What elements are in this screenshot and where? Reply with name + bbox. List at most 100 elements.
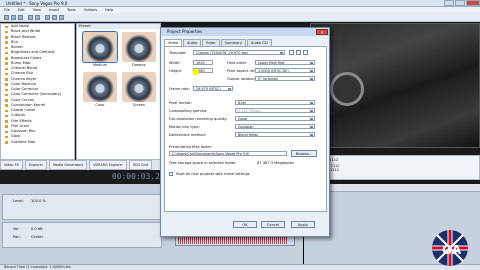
preset-panel: Preset: Medium Dreamy Color Screen	[76, 23, 161, 160]
template-label: Template:	[169, 51, 187, 55]
compositing-gamma-label: Compositing gamma:	[169, 109, 208, 113]
prerendered-folder-field[interactable]: C:\Users\Carl\Documents\Sony Vegas Pro 9…	[169, 151, 287, 156]
width-label: Width:	[169, 61, 181, 65]
audio-waveform	[178, 236, 288, 244]
project-properties-dialog: Project Properties × Video Audio Ruler S…	[160, 27, 330, 237]
redo-icon[interactable]	[35, 15, 40, 20]
project-info: Project: 1112	[315, 158, 339, 162]
free-space-value: 87,367.3 Megabytes	[257, 161, 294, 165]
vol-value[interactable]: 0.0 dB	[31, 227, 43, 231]
undo-icon[interactable]	[28, 15, 33, 20]
preset-thumbnail[interactable]	[122, 32, 156, 62]
window-docking-tabs: Video FX Explorer Media Generators VDR4R…	[0, 160, 160, 170]
start-new-projects-checkbox[interactable]	[169, 172, 173, 176]
status-bar: Record Time (2 channels): 1.0/000h:ms	[0, 264, 480, 270]
tab-audio[interactable]: Audio	[183, 39, 202, 46]
tab-vd4-grid[interactable]: VD4 Grid	[128, 160, 153, 170]
pan-value[interactable]: Center	[31, 235, 43, 239]
minimize-button[interactable]	[444, 0, 454, 6]
cut-icon[interactable]	[45, 15, 50, 20]
dialog-close-button[interactable]: ×	[316, 29, 328, 35]
pixel-format-label: Pixel format:	[169, 101, 192, 105]
window-titlebar: Untitled * - Sony Vegas Pro 9.0	[0, 0, 480, 7]
apply-button[interactable]: Apply	[291, 221, 315, 228]
menu-file[interactable]: File	[4, 8, 10, 12]
preset-header: Preset:	[77, 24, 160, 29]
svg-text:GA: GA	[442, 243, 462, 257]
preset-label: Medium	[93, 63, 107, 67]
frame-rate-select[interactable]: 29.970 (NTSC)	[193, 86, 233, 91]
channel-logo: GA	[432, 230, 468, 266]
preset-thumbnail[interactable]	[122, 72, 156, 102]
preset-thumbnail[interactable]	[82, 31, 118, 63]
compositing-gamma-select[interactable]: 2.222 (Video)	[235, 108, 315, 113]
menu-help[interactable]: Help	[105, 8, 113, 12]
pixel-aspect-select[interactable]: 1.0000 (NTSC DV)	[255, 68, 315, 73]
render-quality-label: Full-resolution rendering quality:	[169, 117, 228, 121]
start-new-projects-label: Start all new projects with these settin…	[176, 172, 250, 176]
output-rotation-label: Output rotation:	[227, 77, 256, 81]
audio-track-header[interactable]: Vol: 0.0 dB Pan: Center	[2, 222, 162, 248]
frame-rate-label: Frame rate:	[169, 87, 190, 91]
match-media-icon[interactable]	[303, 50, 308, 55]
menu-options[interactable]: Options	[84, 8, 98, 12]
tab-audio-cd[interactable]: Audio CD	[246, 39, 272, 46]
save-template-icon[interactable]	[289, 50, 294, 55]
dialog-titlebar: Project Properties ×	[161, 28, 329, 36]
ok-button[interactable]: OK	[233, 221, 257, 228]
width-field[interactable]: 1920	[193, 60, 213, 65]
display-info: Display: 1112	[315, 168, 339, 172]
paste-icon[interactable]	[59, 15, 64, 20]
window-title: Untitled * - Sony Vegas Pro 9.0	[6, 0, 68, 6]
prerendered-label: Prerendered files folder:	[169, 145, 213, 149]
tab-video[interactable]: Video	[164, 39, 183, 46]
field-order-label: Field order:	[227, 61, 248, 65]
tab-summary[interactable]: Summary	[220, 39, 246, 46]
vol-label: Vol:	[13, 227, 20, 231]
open-icon[interactable]	[11, 15, 16, 20]
video-fx-list: Add Noise Black and White Black Restore …	[0, 23, 75, 160]
browse-button[interactable]: Browse...	[291, 150, 317, 157]
list-item[interactable]: Gradient Map	[1, 140, 74, 145]
tab-vdr4rg-explorer[interactable]: VDR4RG Explorer	[89, 160, 127, 170]
render-quality-select[interactable]: Good	[235, 116, 315, 121]
preset-label: Screen	[132, 103, 146, 107]
field-order-select[interactable]: Lower field first	[255, 60, 315, 65]
pan-label: Pan:	[13, 235, 21, 239]
menu-insert[interactable]: Insert	[49, 8, 59, 12]
preset-label: Dreamy	[132, 63, 146, 67]
motion-blur-select[interactable]: Gaussian	[235, 124, 315, 129]
tab-ruler[interactable]: Ruler	[202, 39, 220, 46]
dialog-tabs: Video Audio Ruler Summary Audio CD	[161, 36, 329, 46]
dialog-title: Project Properties	[167, 29, 203, 34]
tab-explorer[interactable]: Explorer	[24, 160, 47, 170]
level-value[interactable]: 100.0 %	[31, 199, 46, 203]
deinterlace-label: Deinterlace method:	[169, 133, 206, 137]
pixel-format-select[interactable]: 8-bit	[235, 100, 315, 105]
cancel-button[interactable]: Cancel	[261, 221, 285, 228]
tab-video-fx[interactable]: Video FX	[0, 160, 23, 170]
preset-thumbnail[interactable]	[83, 72, 117, 102]
gear-ring-image	[330, 72, 364, 106]
free-space-label: Free storage space in selected folder:	[169, 161, 237, 165]
close-window-button[interactable]	[466, 0, 480, 6]
maximize-button[interactable]	[455, 0, 465, 6]
new-icon[interactable]	[4, 15, 9, 20]
mouse-highlight-icon	[193, 69, 199, 75]
preset-label: Color	[95, 103, 105, 107]
tab-media-generators[interactable]: Media Generators	[48, 160, 88, 170]
timecode-display: 00:00:03.2	[111, 172, 160, 181]
video-track-header[interactable]: Level: 100.0 %	[2, 194, 162, 220]
delete-template-icon[interactable]	[296, 50, 301, 55]
height-label: Height:	[169, 69, 183, 73]
menu-edit[interactable]: Edit	[18, 8, 25, 12]
save-icon[interactable]	[18, 15, 23, 20]
menu-view[interactable]: View	[33, 8, 41, 12]
deinterlace-select[interactable]: Blend fields	[235, 132, 315, 137]
video-preview-info: Project: 1112 Preview: 1112 Display: 111…	[310, 155, 480, 180]
menu-tools[interactable]: Tools	[67, 8, 76, 12]
output-rotation-select[interactable]: 0° (original)	[255, 76, 315, 81]
template-select[interactable]: Custom (720x576, 29.970 fps)	[193, 50, 285, 55]
dialog-body: Template: Custom (720x576, 29.970 fps) W…	[164, 46, 327, 212]
copy-icon[interactable]	[52, 15, 57, 20]
